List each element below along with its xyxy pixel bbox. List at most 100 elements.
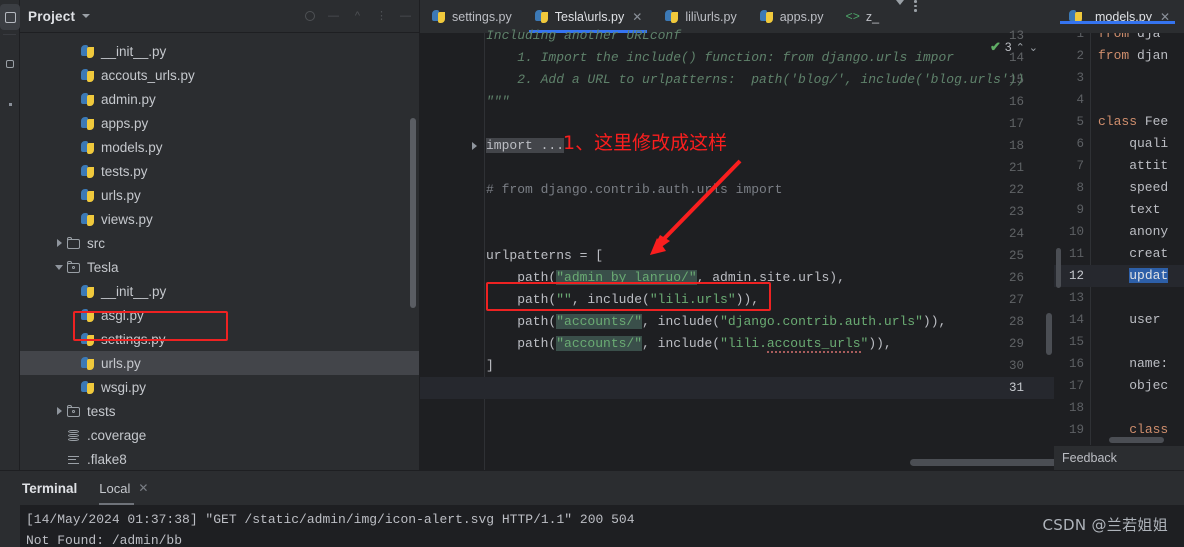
tree-item--init-py[interactable]: __init__.py xyxy=(20,279,419,303)
python-file-icon xyxy=(80,284,95,299)
python-file-icon xyxy=(80,332,95,347)
python-file-icon xyxy=(80,308,95,323)
tree-item-wsgi-py[interactable]: wsgi.py xyxy=(20,375,419,399)
line-number: 15 xyxy=(1068,335,1084,349)
line-number: 1 xyxy=(1076,33,1084,41)
right-editor-vertical-scrollbar[interactable] xyxy=(1056,248,1061,288)
editor-vertical-scrollbar[interactable] xyxy=(1046,313,1052,355)
tab-models-py[interactable]: models.py ✕ xyxy=(1054,9,1181,24)
python-file-icon xyxy=(80,380,95,395)
tree-item-label: .coverage xyxy=(87,427,147,443)
inspection-widget[interactable]: ✔ 3 ⌃ ⌄ xyxy=(990,39,1038,55)
rail-divider xyxy=(3,34,16,35)
tree-item-views-py[interactable]: views.py xyxy=(20,207,419,231)
line-number: 9 xyxy=(1076,203,1084,217)
tree-item-admin-py[interactable]: admin.py xyxy=(20,87,419,111)
chevron-down-icon[interactable]: ⌄ xyxy=(1029,41,1038,54)
watermark: CSDN @兰若姐姐 xyxy=(1042,516,1168,534)
tree-item-apps-py[interactable]: apps.py xyxy=(20,111,419,135)
chevron-down-icon[interactable] xyxy=(896,0,905,5)
structure-tool-window-icon[interactable] xyxy=(0,51,20,77)
tree-item-models-py[interactable]: models.py xyxy=(20,135,419,159)
terminal-output[interactable]: [14/May/2024 01:37:38] "GET /static/admi… xyxy=(20,505,1184,547)
tree-item-label: asgi.py xyxy=(101,307,144,323)
expand-icon[interactable]: ^ xyxy=(352,10,363,22)
terminal-session-tab[interactable]: Local ✕ xyxy=(99,471,148,505)
bookmarks-tool-window-icon[interactable] xyxy=(0,91,20,117)
code-line: from djan xyxy=(1098,48,1169,63)
code-line: urlpatterns = [ xyxy=(486,248,604,263)
tab-label: apps.py xyxy=(779,9,824,24)
tree-item-label: __init__.py xyxy=(101,43,167,59)
tree-item--flake8[interactable]: .flake8 xyxy=(20,447,419,470)
close-icon[interactable]: ✕ xyxy=(632,10,642,24)
gutter-divider xyxy=(484,33,485,470)
code-editor[interactable]: 13 Including another URLconf 14 1. Import … xyxy=(420,28,1184,470)
code-line: ] xyxy=(486,358,494,373)
project-file-tree[interactable]: __init__.py accouts_urls.py admin.py apps.p… xyxy=(20,33,419,470)
inspection-count: 3 xyxy=(1004,40,1012,54)
tree-item--coverage[interactable]: .coverage xyxy=(20,423,419,447)
tree-item-urls-py[interactable]: urls.py xyxy=(20,351,419,375)
tree-item-label: tests.py xyxy=(101,163,148,179)
terminal-title: Terminal xyxy=(22,480,78,496)
code-line: anony xyxy=(1098,224,1169,239)
project-header-icons: — ^ ⋮ — xyxy=(305,10,411,22)
close-icon[interactable]: ✕ xyxy=(138,481,148,495)
circle-icon[interactable] xyxy=(305,11,315,21)
right-editor-horizontal-scrollbar[interactable] xyxy=(1109,437,1164,443)
tree-item-label: views.py xyxy=(101,211,153,227)
tree-item-tests[interactable]: tests xyxy=(20,399,419,423)
terminal-tool-window: Terminal Local ✕ [14/May/2024 01:37:38] … xyxy=(0,470,1184,547)
line-number: 5 xyxy=(1076,115,1084,129)
line-number: 10 xyxy=(1068,225,1084,239)
tree-item-settings-py[interactable]: settings.py xyxy=(20,327,419,351)
collapse-icon[interactable]: — xyxy=(328,10,339,22)
python-file-icon xyxy=(80,188,95,203)
code-line: path("", include("lili.urls")), xyxy=(486,292,760,307)
chevron-right-icon[interactable] xyxy=(52,407,66,415)
line-number: 18 xyxy=(1068,401,1084,415)
code-line: quali xyxy=(1098,136,1169,151)
fold-expand-icon[interactable] xyxy=(472,142,477,150)
tree-item-urls-py[interactable]: urls.py xyxy=(20,183,419,207)
code-line: name: xyxy=(1098,356,1169,371)
feedback-bar[interactable]: Feedback xyxy=(1054,445,1184,470)
python-file-icon xyxy=(80,92,95,107)
editor-gutter[interactable] xyxy=(420,33,485,470)
tree-item-src[interactable]: src xyxy=(20,231,419,255)
hide-icon[interactable]: — xyxy=(400,10,411,22)
code-line: attit xyxy=(1098,158,1169,173)
chevron-up-icon[interactable]: ⌃ xyxy=(1016,41,1025,54)
tree-item-asgi-py[interactable]: asgi.py xyxy=(20,303,419,327)
settings-icon[interactable]: ⋮ xyxy=(376,10,387,22)
line-number: 6 xyxy=(1076,137,1084,151)
tab-label: Tesla\urls.py xyxy=(554,9,625,24)
code-line: path("accounts/", include("django.contri… xyxy=(486,314,947,329)
line-number: 8 xyxy=(1076,181,1084,195)
code-line: 1. Import the include() function: from d… xyxy=(486,50,955,65)
tree-item-tesla[interactable]: Tesla xyxy=(20,255,419,279)
edit-here-note: 1、这里修改成这样 xyxy=(563,132,728,154)
tree-item-label: urls.py xyxy=(101,187,141,203)
project-panel-scrollbar[interactable] xyxy=(410,118,416,308)
python-file-icon xyxy=(80,164,95,179)
python-file-icon xyxy=(80,44,95,59)
chevron-down-icon[interactable] xyxy=(82,14,91,18)
right-code-editor[interactable]: 1 from dja 2 from djan 3 4 5 class Fee 6 quali 7 … xyxy=(1054,33,1184,445)
python-file-icon xyxy=(80,68,95,83)
code-line: 2. Add a URL to urlpatterns: path('blog/… xyxy=(486,72,1025,87)
code-line: """ xyxy=(486,94,510,109)
project-tool-window-icon[interactable] xyxy=(0,4,20,30)
tree-item--init-py[interactable]: __init__.py xyxy=(20,39,419,63)
tree-item-label: Tesla xyxy=(87,259,119,275)
line-number: 14 xyxy=(1068,313,1084,327)
chevron-right-icon[interactable] xyxy=(52,239,66,247)
chevron-down-icon[interactable] xyxy=(52,264,66,270)
tree-item-tests-py[interactable]: tests.py xyxy=(20,159,419,183)
close-icon[interactable]: ✕ xyxy=(1160,10,1170,24)
tree-item-accouts-urls-py[interactable]: accouts_urls.py xyxy=(20,63,419,87)
project-panel-title: Project xyxy=(28,8,76,24)
